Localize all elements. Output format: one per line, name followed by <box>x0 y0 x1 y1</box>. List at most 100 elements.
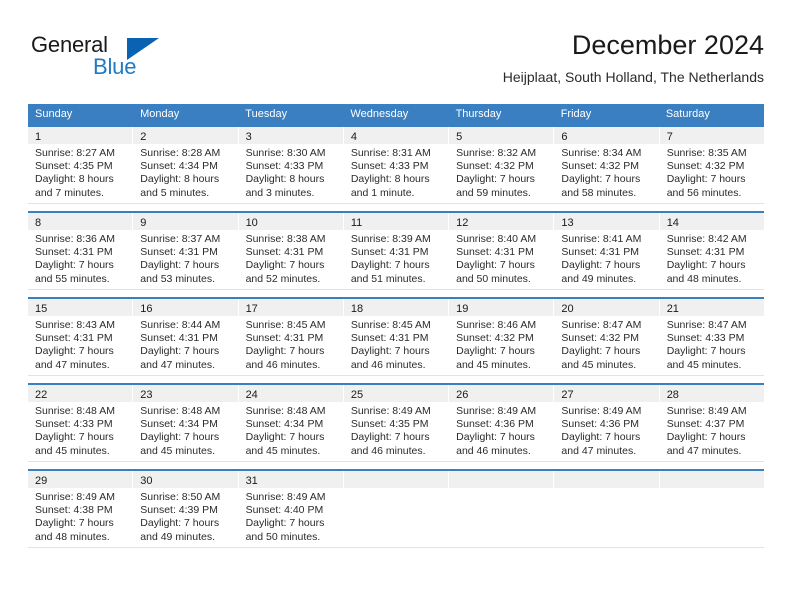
daylight-text-line2: and 53 minutes. <box>140 272 215 285</box>
calendar-day-cell[interactable]: 1 Sunrise: 8:27 AM Sunset: 4:35 PM Daylight… <box>28 127 134 203</box>
calendar-day-cell[interactable]: 11 Sunrise: 8:39 AM Sunset: 4:31 PM Dayligh… <box>343 213 450 289</box>
day-details: Sunrise: 8:38 AM Sunset: 4:31 PM Daylight:… <box>239 230 343 286</box>
daylight-text-line1: Daylight: 7 hours <box>140 345 220 358</box>
day-details: Sunrise: 8:48 AM Sunset: 4:34 PM Daylight:… <box>239 402 343 458</box>
calendar-day-cell[interactable]: 22 Sunrise: 8:48 AM Sunset: 4:33 PM Dayligh… <box>28 385 134 461</box>
weekday-header-friday: Friday <box>560 108 592 120</box>
daylight-text-line2: and 48 minutes. <box>666 272 742 285</box>
calendar-day-cell[interactable]: 28 Sunrise: 8:49 AM Sunset: 4:37 PM Dayligh… <box>659 385 764 461</box>
calendar-day-cell[interactable]: 13 Sunrise: 8:41 AM Sunset: 4:31 PM Dayligh… <box>554 213 660 289</box>
sunrise-text: Sunrise: 8:48 AM <box>140 405 221 417</box>
day-number-band: 6 <box>554 127 659 144</box>
daylight-text-line2: and 1 minute. <box>350 186 415 199</box>
calendar-day-cell[interactable]: 29 Sunrise: 8:49 AM Sunset: 4:38 PM Dayligh… <box>28 471 134 547</box>
sunrise-text: Sunrise: 8:45 AM <box>350 319 431 331</box>
sunset-text: Sunset: 4:31 PM <box>35 332 113 345</box>
sunrise-text: Sunrise: 8:49 AM <box>561 405 642 417</box>
calendar-day-cell[interactable]: 16 Sunrise: 8:44 AM Sunset: 4:31 PM Dayligh… <box>133 299 239 375</box>
calendar-day-cell[interactable]: 18 Sunrise: 8:45 AM Sunset: 4:31 PM Dayligh… <box>343 299 450 375</box>
daylight-text-line1: Daylight: 7 hours <box>35 431 114 444</box>
day-number-band: 29 <box>28 471 133 488</box>
calendar-day-cell[interactable]: 17 Sunrise: 8:45 AM Sunset: 4:31 PM Dayligh… <box>238 299 344 375</box>
calendar-day-cell[interactable]: 6 Sunrise: 8:34 AM Sunset: 4:32 PM Daylight… <box>554 127 660 203</box>
calendar-day-cell[interactable]: 30 Sunrise: 8:50 AM Sunset: 4:39 PM Dayligh… <box>133 471 239 547</box>
day-details: Sunrise: 8:31 AM Sunset: 4:33 PM Daylight:… <box>344 144 448 200</box>
calendar-day-cell[interactable]: 3 Sunrise: 8:30 AM Sunset: 4:33 PM Daylight… <box>238 127 344 203</box>
day-number-band: 5 <box>449 127 554 144</box>
weekday-header-saturday: Saturday <box>665 108 710 120</box>
day-number: 4 <box>350 131 357 143</box>
sunset-text: Sunset: 4:34 PM <box>140 160 218 173</box>
calendar-day-cell-empty <box>659 471 764 547</box>
calendar-day-cell[interactable]: 26 Sunrise: 8:49 AM Sunset: 4:36 PM Dayligh… <box>449 385 555 461</box>
general-blue-logo[interactable]: General Blue <box>31 32 181 88</box>
day-number: 30 <box>140 475 153 487</box>
day-details <box>660 488 764 491</box>
day-number-band: 21 <box>659 299 764 316</box>
sunrise-text: Sunrise: 8:49 AM <box>350 405 431 417</box>
day-number: 22 <box>35 389 48 401</box>
day-number: 20 <box>561 303 574 315</box>
calendar-day-cell[interactable]: 4 Sunrise: 8:31 AM Sunset: 4:33 PM Daylight… <box>343 127 450 203</box>
calendar-day-cell-empty <box>343 471 450 547</box>
calendar-week-row: 1 Sunrise: 8:27 AM Sunset: 4:35 PM Daylight… <box>28 125 764 203</box>
day-details: Sunrise: 8:45 AM Sunset: 4:31 PM Daylight:… <box>344 316 448 372</box>
day-details: Sunrise: 8:39 AM Sunset: 4:31 PM Daylight:… <box>344 230 448 286</box>
calendar-day-cell[interactable]: 2 Sunrise: 8:28 AM Sunset: 4:34 PM Daylight… <box>133 127 239 203</box>
calendar-day-cell[interactable]: 20 Sunrise: 8:47 AM Sunset: 4:32 PM Dayligh… <box>554 299 660 375</box>
daylight-text-line1: Daylight: 8 hours <box>245 173 325 186</box>
daylight-text-line1: Daylight: 7 hours <box>245 517 325 530</box>
sunrise-text: Sunrise: 8:31 AM <box>350 147 431 159</box>
sunrise-text: Sunrise: 8:30 AM <box>245 147 326 159</box>
daylight-text-line2: and 3 minutes. <box>245 186 315 199</box>
week-divider <box>28 547 764 548</box>
weekday-header-thursday: Thursday <box>455 108 502 120</box>
calendar-day-cell[interactable]: 9 Sunrise: 8:37 AM Sunset: 4:31 PM Daylight… <box>133 213 239 289</box>
day-number: 8 <box>35 217 42 229</box>
day-number-band: 11 <box>343 213 449 230</box>
calendar-day-cell[interactable]: 5 Sunrise: 8:32 AM Sunset: 4:32 PM Daylight… <box>449 127 555 203</box>
daylight-text-line1: Daylight: 7 hours <box>140 259 220 272</box>
day-number: 14 <box>666 217 679 229</box>
calendar-day-cell[interactable]: 19 Sunrise: 8:46 AM Sunset: 4:32 PM Dayligh… <box>449 299 555 375</box>
calendar-day-cell[interactable]: 8 Sunrise: 8:36 AM Sunset: 4:31 PM Daylight… <box>28 213 134 289</box>
sunset-text: Sunset: 4:31 PM <box>350 332 429 345</box>
day-number-band: 28 <box>659 385 764 402</box>
calendar-day-cell[interactable]: 7 Sunrise: 8:35 AM Sunset: 4:32 PM Daylight… <box>659 127 764 203</box>
calendar-day-cell[interactable]: 27 Sunrise: 8:49 AM Sunset: 4:36 PM Dayligh… <box>554 385 660 461</box>
sunset-text: Sunset: 4:31 PM <box>140 246 218 259</box>
day-number-band: 14 <box>659 213 764 230</box>
day-number-band: 26 <box>449 385 554 402</box>
day-number-band: 20 <box>554 299 659 316</box>
sunset-text: Sunset: 4:31 PM <box>35 246 113 259</box>
daylight-text-line2: and 45 minutes. <box>140 444 215 457</box>
day-number: 10 <box>245 217 258 229</box>
daylight-text-line1: Daylight: 7 hours <box>561 173 641 186</box>
calendar-day-cell[interactable]: 21 Sunrise: 8:47 AM Sunset: 4:33 PM Dayligh… <box>659 299 764 375</box>
day-number: 27 <box>561 389 574 401</box>
day-number: 18 <box>350 303 364 315</box>
calendar-day-cell[interactable]: 15 Sunrise: 8:43 AM Sunset: 4:31 PM Dayligh… <box>28 299 134 375</box>
calendar-day-cell[interactable]: 25 Sunrise: 8:49 AM Sunset: 4:35 PM Dayligh… <box>343 385 450 461</box>
day-details <box>449 488 553 491</box>
day-number: 11 <box>350 217 363 229</box>
calendar-day-cell[interactable]: 12 Sunrise: 8:40 AM Sunset: 4:31 PM Dayligh… <box>449 213 555 289</box>
calendar-week-row: 8 Sunrise: 8:36 AM Sunset: 4:31 PM Daylight… <box>28 211 764 289</box>
day-number-band: 15 <box>28 299 133 316</box>
day-number: 19 <box>456 303 469 315</box>
calendar-day-cell[interactable]: 14 Sunrise: 8:42 AM Sunset: 4:31 PM Dayligh… <box>659 213 764 289</box>
calendar-day-cell[interactable]: 31 Sunrise: 8:49 AM Sunset: 4:40 PM Dayligh… <box>238 471 344 547</box>
day-number-band: 27 <box>554 385 659 402</box>
daylight-text-line1: Daylight: 7 hours <box>561 345 641 358</box>
daylight-text-line1: Daylight: 7 hours <box>35 517 114 530</box>
sunrise-text: Sunrise: 8:48 AM <box>245 405 326 417</box>
sunset-text: Sunset: 4:32 PM <box>666 160 745 173</box>
daylight-text-line2: and 7 minutes. <box>35 186 104 199</box>
calendar-day-cell[interactable]: 23 Sunrise: 8:48 AM Sunset: 4:34 PM Dayligh… <box>133 385 239 461</box>
day-details: Sunrise: 8:46 AM Sunset: 4:32 PM Daylight:… <box>449 316 553 372</box>
day-number: 21 <box>666 303 679 315</box>
day-number-band: 3 <box>238 127 343 144</box>
calendar-day-cell[interactable]: 10 Sunrise: 8:38 AM Sunset: 4:31 PM Dayligh… <box>238 213 344 289</box>
day-details <box>344 488 448 491</box>
calendar-day-cell[interactable]: 24 Sunrise: 8:48 AM Sunset: 4:34 PM Dayligh… <box>238 385 344 461</box>
